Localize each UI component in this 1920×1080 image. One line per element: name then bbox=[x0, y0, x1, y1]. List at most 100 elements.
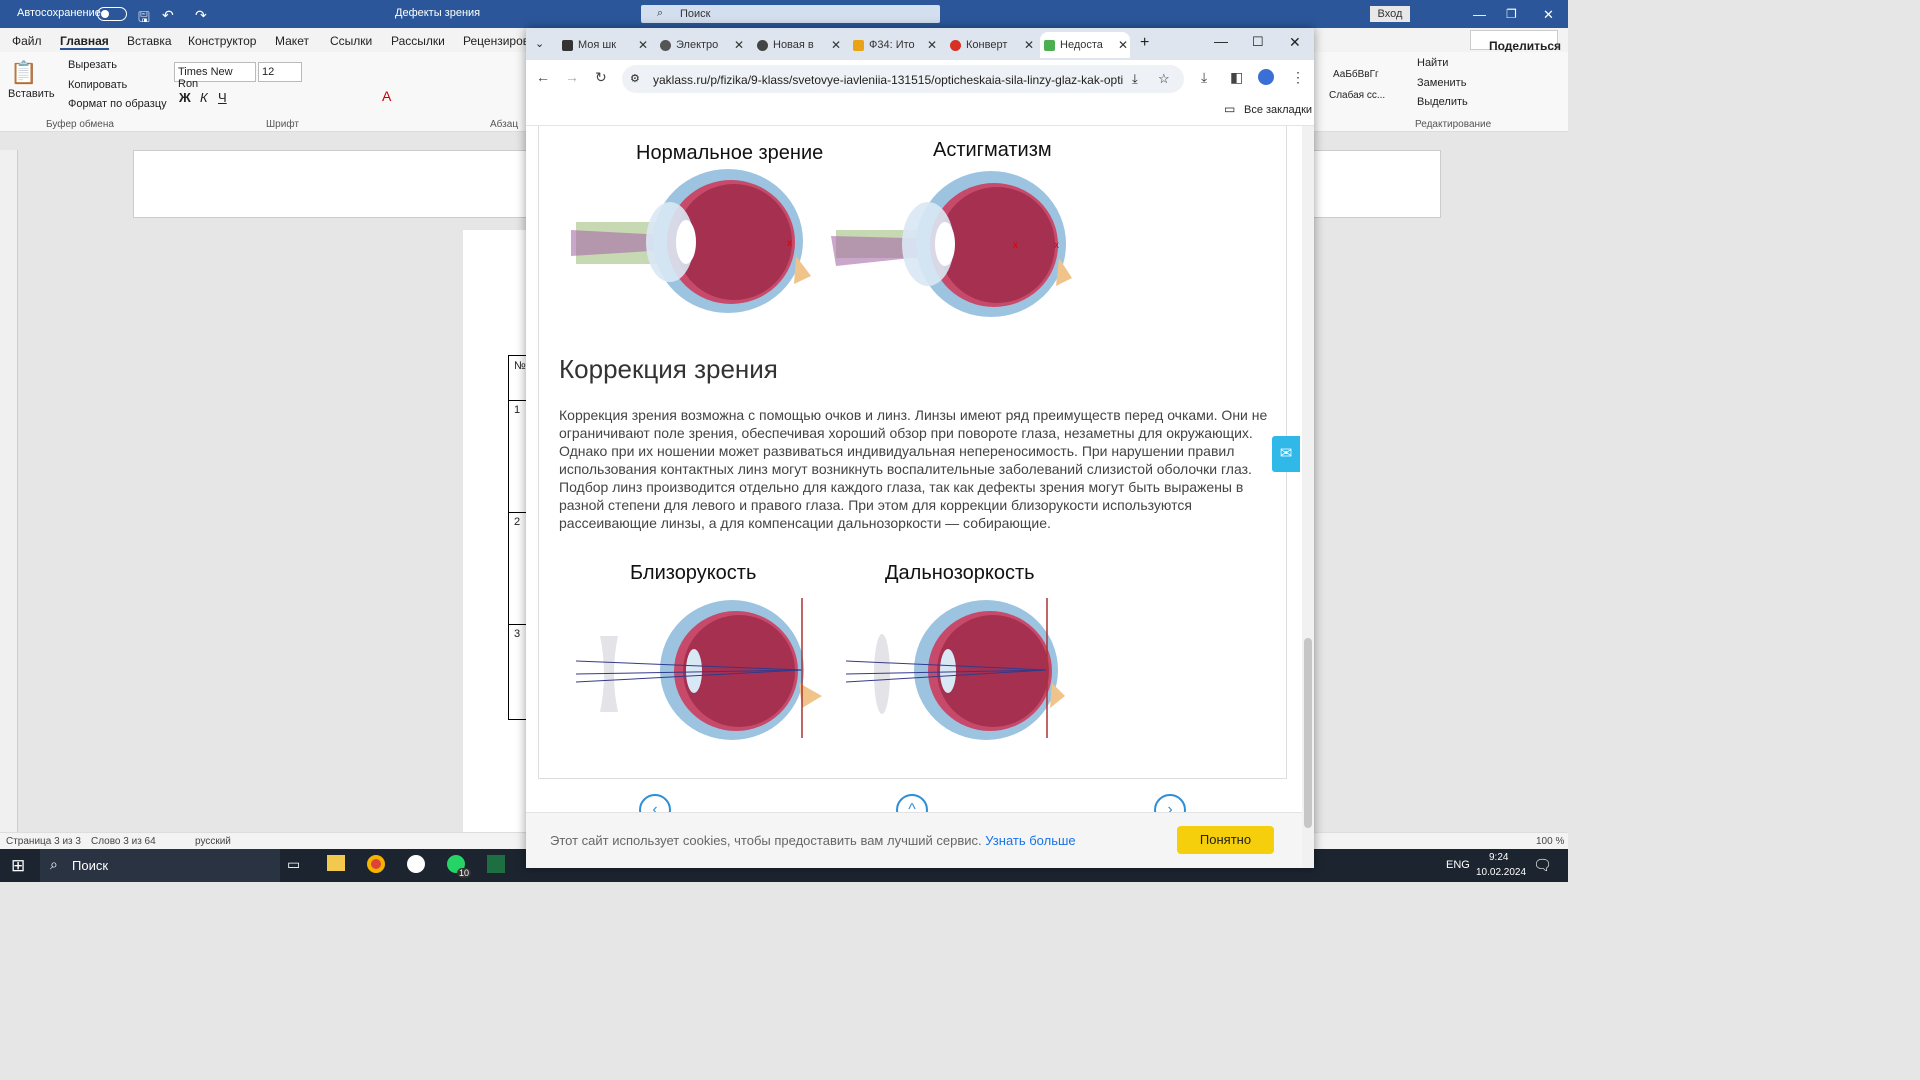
eye-label: Близорукость bbox=[630, 562, 757, 584]
tab-design[interactable]: Конструктор bbox=[188, 34, 256, 48]
reload-icon[interactable]: ↻ bbox=[595, 69, 607, 86]
excel-icon[interactable] bbox=[487, 855, 505, 873]
underline-button[interactable]: Ч bbox=[218, 90, 227, 105]
cut-button[interactable]: Вырезать bbox=[68, 59, 117, 71]
browser-tab[interactable]: Новая в ✕ bbox=[753, 32, 843, 58]
word-count: Слово 3 из 64 bbox=[91, 836, 156, 847]
table-cell: 1 bbox=[514, 404, 521, 416]
maximize-icon[interactable]: ☐ bbox=[1252, 34, 1264, 50]
replace-button[interactable]: Заменить bbox=[1417, 77, 1466, 89]
font-color-icon[interactable]: A bbox=[382, 88, 391, 104]
task-view-icon[interactable]: ▭ bbox=[287, 856, 300, 873]
bookmark-star-icon[interactable]: ☆ bbox=[1158, 71, 1170, 87]
font-size-select[interactable]: 12 bbox=[258, 62, 302, 82]
notifications-icon[interactable]: 🗨 bbox=[1533, 856, 1552, 874]
copy-button[interactable]: Копировать bbox=[68, 79, 127, 91]
windows-start-icon[interactable]: ⊞ bbox=[11, 856, 25, 876]
tab-close-icon[interactable]: ✕ bbox=[734, 38, 744, 52]
tab-search-icon[interactable]: ⌄ bbox=[535, 37, 544, 50]
tab-close-icon[interactable]: ✕ bbox=[927, 38, 937, 52]
input-language[interactable]: ENG bbox=[1446, 859, 1470, 871]
back-icon[interactable]: ← bbox=[536, 69, 550, 85]
tab-file[interactable]: Файл bbox=[12, 34, 42, 48]
cookie-learn-more-link[interactable]: Узнать больше bbox=[985, 833, 1075, 848]
side-panel-icon[interactable]: ◧ bbox=[1230, 69, 1243, 86]
browser-tab[interactable]: Электро ✕ bbox=[656, 32, 746, 58]
undo-icon[interactable]: ↶ bbox=[162, 7, 174, 24]
language-status[interactable]: русский bbox=[195, 836, 231, 847]
browser-tab[interactable]: Конверт ✕ bbox=[946, 32, 1036, 58]
tab-references[interactable]: Ссылки bbox=[330, 34, 372, 48]
tab-insert[interactable]: Вставка bbox=[127, 34, 172, 48]
tab-label: Конверт bbox=[966, 39, 1008, 51]
section-paragraph: Коррекция зрения возможна с помощью очко… bbox=[559, 407, 1268, 531]
table-cell: № bbox=[514, 360, 526, 372]
taskbar-search[interactable]: ⌕ Поиск bbox=[40, 849, 280, 882]
new-tab-icon[interactable]: + bbox=[1140, 34, 1149, 52]
browser-tab[interactable]: Моя шк ✕ bbox=[558, 32, 650, 58]
file-explorer-icon[interactable] bbox=[327, 855, 345, 871]
select-button[interactable]: Выделить bbox=[1417, 96, 1468, 108]
paste-button[interactable]: Вставить bbox=[8, 88, 55, 100]
tab-review[interactable]: Рецензирова bbox=[463, 34, 536, 48]
tab-close-icon[interactable]: ✕ bbox=[638, 38, 648, 52]
italic-button[interactable]: К bbox=[200, 90, 208, 105]
chrome-icon[interactable] bbox=[367, 855, 385, 873]
tab-home[interactable]: Главная bbox=[60, 34, 109, 50]
install-icon[interactable]: ⤓ bbox=[1132, 71, 1138, 87]
all-bookmarks[interactable]: Все закладки bbox=[1244, 104, 1312, 116]
minimize-icon[interactable]: — bbox=[1214, 33, 1228, 49]
close-icon[interactable]: ✕ bbox=[1543, 7, 1554, 23]
minimize-icon[interactable]: — bbox=[1473, 7, 1486, 22]
share-button[interactable]: Поделиться bbox=[1470, 30, 1561, 53]
folder-icon: ▭ bbox=[1224, 102, 1236, 116]
tab-mailings[interactable]: Рассылки bbox=[391, 34, 445, 48]
redo-icon[interactable]: ↷ bbox=[195, 7, 207, 24]
cookie-accept-button[interactable]: Понятно bbox=[1177, 826, 1274, 854]
find-button[interactable]: Найти bbox=[1417, 57, 1448, 69]
font-name-select[interactable]: Times New Ron bbox=[174, 62, 256, 90]
tab-close-icon[interactable]: ✕ bbox=[831, 38, 841, 52]
browser-tab-active[interactable]: Недоста ✕ bbox=[1040, 32, 1130, 58]
myopia-eye-illustration bbox=[575, 598, 822, 740]
browser-tab[interactable]: Ф34: Ито ✕ bbox=[849, 32, 939, 58]
tab-close-icon[interactable]: ✕ bbox=[1024, 38, 1034, 52]
clock-time[interactable]: 9:24 bbox=[1489, 852, 1508, 863]
astigmatism-eye-illustration: x x bbox=[831, 171, 1072, 317]
address-bar[interactable]: ⚙ yaklass.ru/p/fizika/9-klass/svetovye-i… bbox=[622, 65, 1184, 93]
download-icon[interactable]: ⤓ bbox=[1201, 69, 1207, 86]
browser-window: ⌄ Моя шк ✕ Электро ✕ Новая в ✕ Ф34: Ито ✕ Ко… bbox=[526, 28, 1314, 868]
close-icon[interactable]: ✕ bbox=[1289, 34, 1301, 51]
feedback-mail-icon[interactable]: ✉ bbox=[1272, 436, 1300, 472]
font-group-label: Шрифт bbox=[266, 119, 299, 130]
login-button[interactable]: Вход bbox=[1370, 6, 1410, 22]
browser-toolbar: ← → ↻ ⚙ yaklass.ru/p/fizika/9-klass/svet… bbox=[526, 60, 1314, 96]
profile-icon[interactable] bbox=[1258, 69, 1274, 85]
forward-icon[interactable]: → bbox=[565, 69, 579, 85]
restore-icon[interactable]: ❐ bbox=[1506, 7, 1517, 21]
style-name[interactable]: Слабая сс... bbox=[1329, 90, 1385, 101]
style-sample[interactable]: АаБбВвГг bbox=[1333, 69, 1379, 80]
paragraph-group-label: Абзац bbox=[490, 119, 519, 130]
word-search-box[interactable]: ⌕ Поиск bbox=[641, 5, 940, 23]
vertical-ruler bbox=[0, 150, 18, 832]
autosave-toggle[interactable] bbox=[97, 7, 127, 21]
zoom-level[interactable]: 100 % bbox=[1536, 836, 1564, 847]
bold-button[interactable]: Ж bbox=[179, 90, 191, 105]
clock-date[interactable]: 10.02.2024 bbox=[1476, 867, 1526, 878]
tab-close-icon[interactable]: ✕ bbox=[1118, 38, 1128, 52]
site-info-icon[interactable]: ⚙ bbox=[630, 72, 640, 85]
scrollbar-thumb[interactable] bbox=[1304, 638, 1312, 828]
tab-layout[interactable]: Макет bbox=[275, 34, 309, 48]
tab-favicon-icon bbox=[950, 40, 961, 51]
page-scrollbar[interactable] bbox=[1302, 126, 1314, 868]
format-painter-button[interactable]: Формат по образцу bbox=[68, 98, 167, 110]
clipboard-group-label: Буфер обмена bbox=[46, 119, 114, 130]
browser-tab-strip: ⌄ Моя шк ✕ Электро ✕ Новая в ✕ Ф34: Ито ✕ Ко… bbox=[526, 28, 1314, 60]
document-title[interactable]: Дефекты зрения bbox=[395, 7, 480, 19]
table-cell: 3 bbox=[514, 628, 521, 640]
app-icon[interactable] bbox=[407, 855, 425, 873]
word-title-bar: Автосохранение 🖫 ↶ ↷ Дефекты зрения ⌕ По… bbox=[0, 0, 1568, 28]
menu-icon[interactable]: ⋮ bbox=[1291, 69, 1305, 86]
cookie-banner: Этот сайт использует cookies, чтобы пред… bbox=[526, 812, 1304, 868]
